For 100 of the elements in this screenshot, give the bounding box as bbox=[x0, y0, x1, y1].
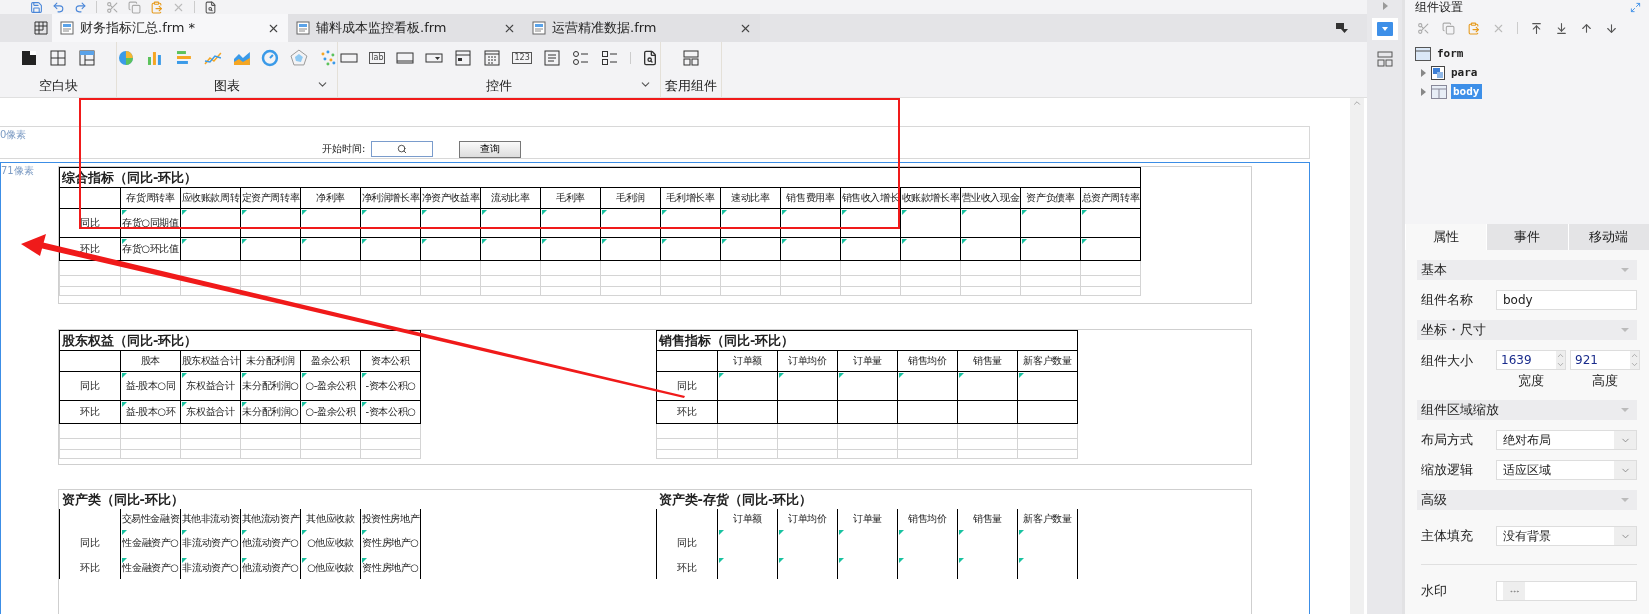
copy-icon[interactable] bbox=[128, 0, 141, 14]
column-header: 销售费用率 bbox=[786, 192, 835, 203]
dropdown-field[interactable]: 适应区域 bbox=[1496, 460, 1637, 480]
number-spinner[interactable]: 921 bbox=[1570, 350, 1640, 370]
column-header: 存货周转率 bbox=[126, 192, 175, 203]
section-header[interactable]: 高级 bbox=[1417, 490, 1637, 510]
calendar-icon[interactable] bbox=[483, 49, 502, 67]
property-label: 水印 bbox=[1421, 582, 1448, 600]
move-to-bottom-icon[interactable] bbox=[1555, 21, 1568, 35]
number-spinner[interactable]: 1639 bbox=[1496, 350, 1566, 370]
undo-icon[interactable] bbox=[52, 0, 65, 14]
table-cell: -资本公积○ bbox=[365, 380, 416, 391]
date-picker-icon[interactable] bbox=[454, 49, 473, 67]
watermark-field[interactable] bbox=[1496, 581, 1637, 601]
gauge-icon[interactable] bbox=[261, 49, 280, 67]
name-field[interactable]: body bbox=[1496, 290, 1637, 310]
section-header[interactable]: 基本 bbox=[1417, 260, 1637, 280]
widget-icon[interactable]: 123 bbox=[512, 52, 532, 64]
field-caption: 高度 bbox=[1592, 372, 1618, 390]
date-field[interactable] bbox=[371, 141, 434, 157]
expand-arrow-icon[interactable] bbox=[1419, 68, 1427, 77]
paste-icon[interactable] bbox=[150, 0, 163, 14]
column-header: 其他非流动资 bbox=[181, 513, 240, 524]
column-header: 订单量 bbox=[853, 355, 882, 366]
row-label: 环比 bbox=[80, 562, 100, 573]
column-header: 资产负债率 bbox=[1026, 192, 1075, 203]
column-header: 股东权益合计 bbox=[181, 355, 240, 366]
tree-node-label[interactable]: form bbox=[1435, 46, 1466, 61]
list-box-icon[interactable] bbox=[542, 49, 561, 67]
table-cell: 益-股本○同 bbox=[125, 380, 176, 391]
radar-chart-icon[interactable] bbox=[290, 49, 309, 67]
table-layout-icon[interactable] bbox=[78, 49, 96, 67]
panel-tab[interactable]: 事件 bbox=[1486, 224, 1568, 250]
table-cell: 东权益合计 bbox=[186, 406, 235, 417]
save-icon[interactable] bbox=[30, 0, 43, 14]
cut-icon[interactable] bbox=[1417, 21, 1430, 35]
row-label: 同比 bbox=[677, 380, 697, 391]
panel-title: 组件设置 bbox=[1415, 0, 1463, 14]
table-cell: 益-股本○环 bbox=[125, 406, 176, 417]
column-header: 销售收入增长 bbox=[841, 192, 900, 203]
expand-arrow-icon[interactable] bbox=[1419, 87, 1427, 96]
group-label: 控件 bbox=[486, 76, 512, 95]
table-cell: 存货○环比值 bbox=[122, 243, 179, 254]
redo-icon[interactable] bbox=[74, 0, 87, 14]
column-header: 资本公积 bbox=[371, 355, 410, 366]
group-label: 空白块 bbox=[38, 76, 78, 95]
row-label: 同比 bbox=[80, 537, 100, 548]
component-settings-button[interactable] bbox=[1371, 18, 1398, 40]
group-label: 套用组件 bbox=[665, 76, 717, 95]
ruler-label: 0像素 bbox=[0, 129, 27, 140]
block-icon[interactable] bbox=[20, 49, 38, 67]
tree-node-label[interactable]: para bbox=[1449, 65, 1480, 80]
move-down-icon[interactable] bbox=[1605, 21, 1618, 35]
query-button[interactable]: 查询 bbox=[459, 140, 522, 158]
column-header: 订单均价 bbox=[788, 513, 827, 524]
template-icon[interactable] bbox=[682, 49, 700, 67]
paste-icon[interactable] bbox=[1467, 21, 1480, 35]
table-title: 销售指标（同比-环比） bbox=[659, 332, 795, 348]
file-tab[interactable]: 财务指标汇总.frm * bbox=[52, 14, 288, 42]
table-cell: ○他应收款 bbox=[307, 562, 354, 573]
panel-tab[interactable]: 移动端 bbox=[1567, 224, 1649, 250]
bar-chart-icon[interactable] bbox=[145, 49, 164, 67]
horizontal-bar-chart-icon[interactable] bbox=[174, 49, 193, 67]
row-label: 环比 bbox=[677, 406, 697, 417]
column-header: 股本 bbox=[140, 355, 161, 366]
dropdown-menu-icon[interactable] bbox=[1335, 22, 1349, 34]
table-cell: 他流动资产○ bbox=[242, 562, 299, 573]
dropdown-field[interactable]: 没有背景 bbox=[1496, 526, 1637, 546]
dropdown-field[interactable]: 绝对布局 bbox=[1496, 430, 1637, 450]
cut-icon[interactable] bbox=[106, 0, 119, 14]
area-chart-icon[interactable] bbox=[232, 49, 251, 67]
table-title: 资产类（同比-环比） bbox=[61, 491, 184, 507]
row-label: 同比 bbox=[80, 217, 100, 228]
move-to-top-icon[interactable] bbox=[1530, 21, 1543, 35]
row-label: 同比 bbox=[677, 537, 697, 548]
collapse-arrow-icon[interactable] bbox=[1380, 2, 1389, 10]
table-cell: 性金融资产○ bbox=[122, 562, 179, 573]
caret-icon bbox=[1621, 498, 1629, 502]
scroll-up-icon[interactable] bbox=[1352, 98, 1362, 108]
text-area-icon[interactable] bbox=[396, 49, 415, 67]
copy-icon[interactable] bbox=[1442, 21, 1455, 35]
column-header: 其他流动资产 bbox=[241, 513, 300, 524]
column-header: 毛利率 bbox=[556, 192, 585, 203]
section-header[interactable]: 组件区域缩放 bbox=[1417, 400, 1637, 420]
section-header[interactable]: 坐标・尺寸 bbox=[1417, 320, 1637, 340]
section-title: 组件区域缩放 bbox=[1421, 401, 1499, 419]
widget-icon[interactable]: lab bbox=[369, 52, 386, 64]
search-document-icon[interactable] bbox=[641, 50, 658, 66]
pie-chart-icon[interactable] bbox=[117, 49, 135, 67]
move-up-icon[interactable] bbox=[1580, 21, 1593, 35]
table-cell: ○他应收款 bbox=[307, 537, 354, 548]
grid-layout-icon[interactable] bbox=[49, 49, 67, 67]
row-label: 环比 bbox=[80, 406, 100, 417]
expand-icon[interactable] bbox=[1630, 1, 1641, 13]
row-label: 同比 bbox=[80, 380, 100, 391]
checkbox-group-icon[interactable] bbox=[600, 49, 619, 67]
column-header: 订单额 bbox=[733, 355, 762, 366]
scatter-chart-icon[interactable] bbox=[319, 49, 337, 67]
preview-icon[interactable] bbox=[204, 0, 217, 14]
radio-group-icon[interactable] bbox=[571, 49, 590, 67]
